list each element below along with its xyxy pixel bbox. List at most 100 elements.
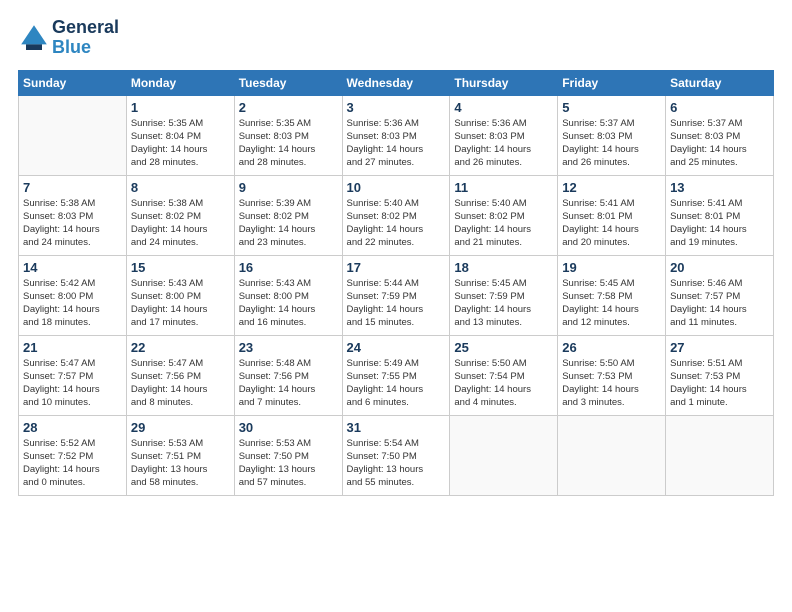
day-info: Sunrise: 5:48 AM Sunset: 7:56 PM Dayligh…: [239, 357, 338, 410]
day-number: 24: [347, 340, 446, 355]
day-number: 13: [670, 180, 769, 195]
day-info: Sunrise: 5:40 AM Sunset: 8:02 PM Dayligh…: [347, 197, 446, 250]
day-info: Sunrise: 5:50 AM Sunset: 7:54 PM Dayligh…: [454, 357, 553, 410]
day-cell: 3 Sunrise: 5:36 AM Sunset: 8:03 PM Daylig…: [342, 95, 450, 175]
day-number: 18: [454, 260, 553, 275]
day-info: Sunrise: 5:40 AM Sunset: 8:02 PM Dayligh…: [454, 197, 553, 250]
day-number: 26: [562, 340, 661, 355]
day-number: 3: [347, 100, 446, 115]
day-number: 28: [23, 420, 122, 435]
day-cell: 12 Sunrise: 5:41 AM Sunset: 8:01 PM Dayli…: [558, 175, 666, 255]
weekday-header-tuesday: Tuesday: [234, 70, 342, 95]
day-number: 20: [670, 260, 769, 275]
day-number: 30: [239, 420, 338, 435]
day-cell: 18 Sunrise: 5:45 AM Sunset: 7:59 PM Dayli…: [450, 255, 558, 335]
day-cell: 30 Sunrise: 5:53 AM Sunset: 7:50 PM Dayli…: [234, 415, 342, 495]
day-cell: 19 Sunrise: 5:45 AM Sunset: 7:58 PM Dayli…: [558, 255, 666, 335]
day-info: Sunrise: 5:46 AM Sunset: 7:57 PM Dayligh…: [670, 277, 769, 330]
header: General Blue: [18, 18, 774, 58]
logo: General Blue: [18, 18, 119, 58]
day-cell: 20 Sunrise: 5:46 AM Sunset: 7:57 PM Dayli…: [666, 255, 774, 335]
day-cell: 11 Sunrise: 5:40 AM Sunset: 8:02 PM Dayli…: [450, 175, 558, 255]
day-info: Sunrise: 5:52 AM Sunset: 7:52 PM Dayligh…: [23, 437, 122, 490]
day-info: Sunrise: 5:49 AM Sunset: 7:55 PM Dayligh…: [347, 357, 446, 410]
day-cell: 27Sunrise: 5:51 AM Sunset: 7:53 PM Dayli…: [666, 335, 774, 415]
day-info: Sunrise: 5:37 AM Sunset: 8:03 PM Dayligh…: [562, 117, 661, 170]
calendar-table: SundayMondayTuesdayWednesdayThursdayFrid…: [18, 70, 774, 496]
day-info: Sunrise: 5:45 AM Sunset: 7:58 PM Dayligh…: [562, 277, 661, 330]
day-cell: 8Sunrise: 5:38 AM Sunset: 8:02 PM Daylig…: [126, 175, 234, 255]
day-number: 5: [562, 100, 661, 115]
day-cell: 16 Sunrise: 5:43 AM Sunset: 8:00 PM Dayli…: [234, 255, 342, 335]
day-number: 11: [454, 180, 553, 195]
day-info: Sunrise: 5:43 AM Sunset: 8:00 PM Dayligh…: [239, 277, 338, 330]
day-cell: 2Sunrise: 5:35 AM Sunset: 8:03 PM Daylig…: [234, 95, 342, 175]
day-cell: 13 Sunrise: 5:41 AM Sunset: 8:01 PM Dayli…: [666, 175, 774, 255]
day-info: Sunrise: 5:36 AM Sunset: 8:03 PM Dayligh…: [454, 117, 553, 170]
day-cell: 26 Sunrise: 5:50 AM Sunset: 7:53 PM Dayli…: [558, 335, 666, 415]
day-info: Sunrise: 5:38 AM Sunset: 8:03 PM Dayligh…: [23, 197, 122, 250]
weekday-header-sunday: Sunday: [19, 70, 127, 95]
day-cell: 15Sunrise: 5:43 AM Sunset: 8:00 PM Dayli…: [126, 255, 234, 335]
week-row-5: 28 Sunrise: 5:52 AM Sunset: 7:52 PM Dayli…: [19, 415, 774, 495]
weekday-header-monday: Monday: [126, 70, 234, 95]
day-number: 7: [23, 180, 122, 195]
day-cell: 7 Sunrise: 5:38 AM Sunset: 8:03 PM Daylig…: [19, 175, 127, 255]
day-info: Sunrise: 5:44 AM Sunset: 7:59 PM Dayligh…: [347, 277, 446, 330]
calendar-body: 1Sunrise: 5:35 AM Sunset: 8:04 PM Daylig…: [19, 95, 774, 495]
day-number: 21: [23, 340, 122, 355]
day-number: 27: [670, 340, 769, 355]
day-info: Sunrise: 5:50 AM Sunset: 7:53 PM Dayligh…: [562, 357, 661, 410]
day-cell: 22 Sunrise: 5:47 AM Sunset: 7:56 PM Dayli…: [126, 335, 234, 415]
day-number: 2: [239, 100, 338, 115]
day-number: 15: [131, 260, 230, 275]
day-info: Sunrise: 5:45 AM Sunset: 7:59 PM Dayligh…: [454, 277, 553, 330]
day-number: 23: [239, 340, 338, 355]
day-info: Sunrise: 5:53 AM Sunset: 7:51 PM Dayligh…: [131, 437, 230, 490]
week-row-3: 14 Sunrise: 5:42 AM Sunset: 8:00 PM Dayli…: [19, 255, 774, 335]
day-cell: 9Sunrise: 5:39 AM Sunset: 8:02 PM Daylig…: [234, 175, 342, 255]
day-cell: [558, 415, 666, 495]
logo-icon: [18, 22, 50, 54]
day-cell: [450, 415, 558, 495]
day-cell: 24 Sunrise: 5:49 AM Sunset: 7:55 PM Dayli…: [342, 335, 450, 415]
day-info: Sunrise: 5:42 AM Sunset: 8:00 PM Dayligh…: [23, 277, 122, 330]
weekday-header-thursday: Thursday: [450, 70, 558, 95]
day-cell: 23 Sunrise: 5:48 AM Sunset: 7:56 PM Dayli…: [234, 335, 342, 415]
day-number: 10: [347, 180, 446, 195]
week-row-2: 7 Sunrise: 5:38 AM Sunset: 8:03 PM Daylig…: [19, 175, 774, 255]
day-info: Sunrise: 5:35 AM Sunset: 8:04 PM Dayligh…: [131, 117, 230, 170]
day-number: 22: [131, 340, 230, 355]
day-info: Sunrise: 5:53 AM Sunset: 7:50 PM Dayligh…: [239, 437, 338, 490]
day-info: Sunrise: 5:47 AM Sunset: 7:57 PM Dayligh…: [23, 357, 122, 410]
day-number: 31: [347, 420, 446, 435]
page: General Blue SundayMondayTuesdayWednesda…: [0, 0, 792, 506]
day-info: Sunrise: 5:37 AM Sunset: 8:03 PM Dayligh…: [670, 117, 769, 170]
day-number: 19: [562, 260, 661, 275]
day-info: Sunrise: 5:47 AM Sunset: 7:56 PM Dayligh…: [131, 357, 230, 410]
day-cell: 5 Sunrise: 5:37 AM Sunset: 8:03 PM Daylig…: [558, 95, 666, 175]
day-info: Sunrise: 5:38 AM Sunset: 8:02 PM Dayligh…: [131, 197, 230, 250]
day-cell: 6Sunrise: 5:37 AM Sunset: 8:03 PM Daylig…: [666, 95, 774, 175]
day-cell: 28 Sunrise: 5:52 AM Sunset: 7:52 PM Dayli…: [19, 415, 127, 495]
weekday-header-row: SundayMondayTuesdayWednesdayThursdayFrid…: [19, 70, 774, 95]
day-cell: 25Sunrise: 5:50 AM Sunset: 7:54 PM Dayli…: [450, 335, 558, 415]
weekday-header-wednesday: Wednesday: [342, 70, 450, 95]
day-number: 16: [239, 260, 338, 275]
day-info: Sunrise: 5:41 AM Sunset: 8:01 PM Dayligh…: [670, 197, 769, 250]
day-info: Sunrise: 5:54 AM Sunset: 7:50 PM Dayligh…: [347, 437, 446, 490]
day-number: 4: [454, 100, 553, 115]
day-number: 17: [347, 260, 446, 275]
logo-text: General Blue: [52, 18, 119, 58]
day-number: 12: [562, 180, 661, 195]
day-cell: [666, 415, 774, 495]
day-cell: 10 Sunrise: 5:40 AM Sunset: 8:02 PM Dayli…: [342, 175, 450, 255]
day-cell: 1Sunrise: 5:35 AM Sunset: 8:04 PM Daylig…: [126, 95, 234, 175]
day-number: 14: [23, 260, 122, 275]
day-info: Sunrise: 5:36 AM Sunset: 8:03 PM Dayligh…: [347, 117, 446, 170]
day-cell: 17 Sunrise: 5:44 AM Sunset: 7:59 PM Dayli…: [342, 255, 450, 335]
week-row-4: 21 Sunrise: 5:47 AM Sunset: 7:57 PM Dayli…: [19, 335, 774, 415]
day-cell: 29Sunrise: 5:53 AM Sunset: 7:51 PM Dayli…: [126, 415, 234, 495]
day-cell: 4 Sunrise: 5:36 AM Sunset: 8:03 PM Daylig…: [450, 95, 558, 175]
day-info: Sunrise: 5:41 AM Sunset: 8:01 PM Dayligh…: [562, 197, 661, 250]
